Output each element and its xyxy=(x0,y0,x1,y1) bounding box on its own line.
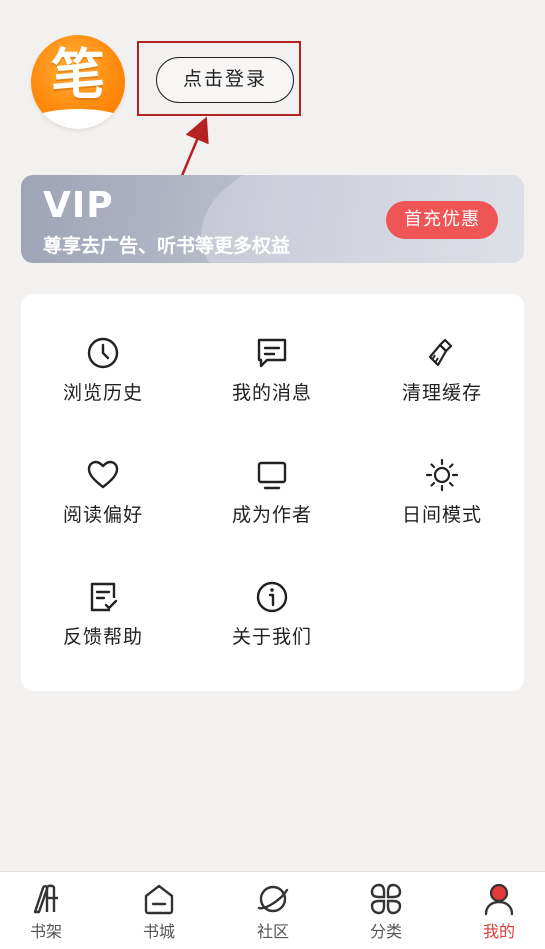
menu-item-messages[interactable]: 我的消息 xyxy=(202,336,342,426)
feedback-icon xyxy=(90,582,118,612)
menu-item-label: 清理缓存 xyxy=(401,382,482,404)
avatar-logo-glyph: 笔 xyxy=(51,43,105,106)
tab-label: 我的 xyxy=(482,922,515,941)
menu-card: 浏览历史 我的消息 清理缓存 阅读偏好 成为作者 日间模式 反馈帮助 关于我们 xyxy=(21,294,524,691)
menu-item-reading-preference[interactable]: 阅读偏好 xyxy=(33,458,173,548)
menu-item-label: 反馈帮助 xyxy=(62,626,143,648)
tab-bookstore[interactable]: 书城 xyxy=(119,872,199,949)
menu-item-day-mode[interactable]: 日间模式 xyxy=(372,458,512,548)
menu-item-feedback[interactable]: 反馈帮助 xyxy=(33,580,173,670)
community-icon xyxy=(257,885,289,913)
category-icon xyxy=(370,883,402,915)
menu-item-about-us[interactable]: 关于我们 xyxy=(202,580,342,670)
menu-item-label: 我的消息 xyxy=(231,382,312,404)
menu-item-history[interactable]: 浏览历史 xyxy=(33,336,173,426)
annotation-highlight-box xyxy=(137,41,301,116)
menu-item-label: 阅读偏好 xyxy=(62,504,143,526)
menu-item-clear-cache[interactable]: 清理缓存 xyxy=(372,336,512,426)
clock-icon xyxy=(87,337,119,369)
message-icon xyxy=(257,338,287,368)
menu-item-become-author[interactable]: 成为作者 xyxy=(202,458,342,548)
tab-label: 书架 xyxy=(29,922,62,941)
menu-item-label: 浏览历史 xyxy=(62,382,143,404)
tab-profile[interactable]: 我的 xyxy=(459,872,539,949)
sun-icon xyxy=(425,458,459,492)
menu-item-label: 关于我们 xyxy=(231,626,312,648)
menu-item-label: 日间模式 xyxy=(401,504,482,526)
menu-item-label: 成为作者 xyxy=(231,504,312,526)
tab-bookshelf[interactable]: 书架 xyxy=(6,872,86,949)
tab-label: 社区 xyxy=(256,922,289,941)
avatar[interactable]: 笔 xyxy=(31,35,125,129)
bottom-tab-bar: 书架 书城 社区 分类 我的 xyxy=(0,871,545,949)
bookstore-icon xyxy=(144,884,174,915)
bookshelf-icon xyxy=(33,884,58,914)
info-icon xyxy=(256,581,288,613)
tab-label: 书城 xyxy=(142,922,175,941)
monitor-icon xyxy=(257,461,287,490)
profile-icon xyxy=(484,883,514,916)
first-recharge-button[interactable]: 首充优惠 xyxy=(386,201,498,239)
tab-community[interactable]: 社区 xyxy=(233,872,313,949)
vip-banner[interactable]: VIP 尊享去广告、听书等更多权益 首充优惠 xyxy=(21,175,524,263)
tab-label: 分类 xyxy=(369,922,402,941)
tab-category[interactable]: 分类 xyxy=(346,872,426,949)
vip-title: VIP xyxy=(43,185,114,226)
vip-subtitle: 尊享去广告、听书等更多权益 xyxy=(43,235,291,257)
avatar-cloud-decoration xyxy=(31,109,125,129)
heart-icon xyxy=(87,460,119,489)
brush-icon xyxy=(428,338,453,367)
